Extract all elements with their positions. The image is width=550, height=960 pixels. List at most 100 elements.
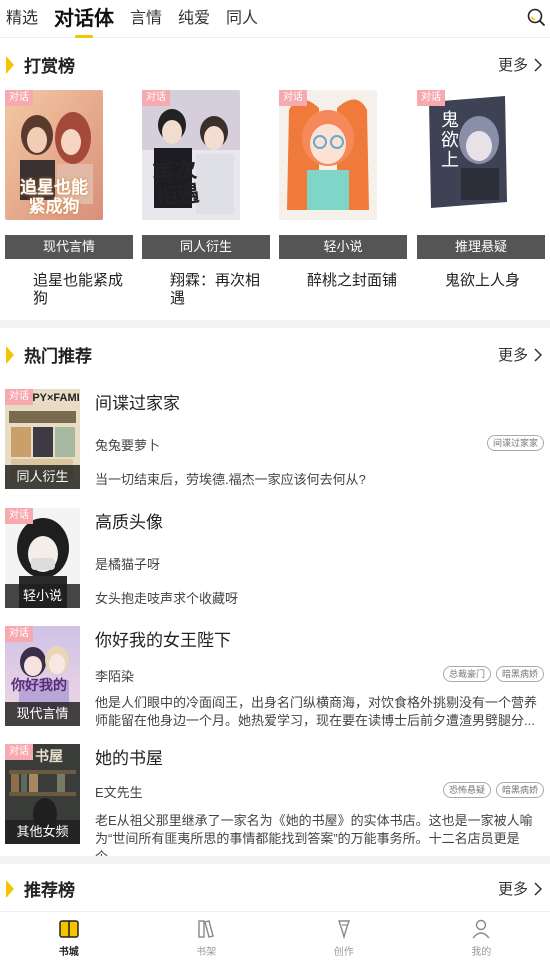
search-icon[interactable] [526, 7, 546, 27]
genre-label: 其他女频 [5, 820, 80, 844]
tab-romance[interactable]: 言情 [130, 3, 162, 35]
more-label: 更多 [497, 57, 528, 74]
genre-label: 轻小说 [5, 584, 80, 608]
tag-chip[interactable]: 暗黑病娇 [495, 782, 544, 798]
book-cover: 再次 相遇 对话 [142, 90, 272, 222]
dialogue-badge: 对话 [5, 626, 33, 642]
list-item[interactable]: 你好我的 对话 现代言情 你好我的女王陛下 李陌染 总裁豪门 暗黑病娇 他是人们… [0, 626, 550, 744]
book-cover-image [417, 90, 515, 220]
book-cover: SPY×FAMILY 对话 同人衍生 [5, 389, 80, 489]
book-title: 间谍过家家 [95, 394, 180, 413]
hot-section-header: 热门推荐 更多 [0, 332, 550, 376]
bottom-navigation: 书城 书架 创作 我的 [0, 911, 550, 960]
tag-list: 总裁豪门 暗黑病娇 [442, 666, 544, 682]
book-author: 李陌染 [95, 669, 135, 684]
nav-label: 书城 [58, 947, 79, 958]
nav-label: 我的 [471, 947, 492, 958]
tab-dialogue[interactable]: 对话体 [54, 3, 115, 38]
book-author: E文先生 [95, 785, 143, 800]
more-button[interactable]: 更多 [498, 54, 542, 75]
section-marker-icon [6, 346, 14, 364]
book-cover: 书屋 对话 其他女频 [5, 744, 80, 844]
cover-title-art: 再次 相遇 [151, 156, 201, 211]
book-title: 追星也能紧成狗 [33, 272, 124, 307]
book-cover-image [279, 90, 377, 220]
section-marker-icon [6, 56, 14, 74]
section-divider [0, 856, 550, 864]
book-title: 翔霖：再次相遇 [170, 272, 261, 307]
list-item[interactable]: 对话 轻小说 高质头像 是橘猫子呀 女头抱走吱声求个收藏呀 [0, 508, 550, 626]
tag-chip[interactable]: 总裁豪门 [442, 666, 491, 682]
cover-title-art: 你好我的 [11, 677, 67, 693]
book-author: 兔兔要萝卜 [95, 438, 161, 453]
section-divider [0, 320, 550, 328]
tag-list: 间谍过家家 [486, 435, 544, 451]
dialogue-badge: 对话 [279, 90, 307, 106]
section-title: 打赏榜 [24, 57, 75, 76]
book-description: 当一切结束后，劳埃德.福杰一家应该何去何从? [95, 472, 366, 487]
chevron-right-icon [534, 347, 542, 362]
create-icon [337, 920, 350, 940]
nav-profile[interactable]: 我的 [413, 912, 550, 960]
genre-label: 轻小说 [279, 235, 407, 259]
more-label: 更多 [497, 881, 528, 898]
more-label: 更多 [497, 347, 528, 364]
book-author: 是橘猫子呀 [95, 557, 161, 572]
nav-label: 书架 [196, 947, 217, 958]
genre-label: 现代言情 [5, 702, 80, 726]
tab-fanfic[interactable]: 同人 [226, 3, 258, 35]
tag-chip[interactable]: 间谍过家家 [486, 435, 544, 451]
book-cover: 对话 [279, 90, 409, 222]
dialogue-badge: 对话 [142, 90, 170, 106]
dialogue-badge: 对话 [417, 90, 445, 106]
section-title: 热门推荐 [24, 347, 92, 366]
nav-book-city[interactable]: 书城 [0, 912, 138, 960]
chevron-right-icon [534, 881, 542, 896]
genre-label: 推理悬疑 [417, 235, 545, 259]
section-title: 推荐榜 [24, 881, 75, 900]
tab-dialogue-label: 对话体 [54, 8, 115, 30]
list-item[interactable]: SPY×FAMILY 对话 同人衍生 间谍过家家 兔兔要萝卜 间谍过家家 当一切… [0, 389, 550, 507]
book-cover: 你好我的 对话 现代言情 [5, 626, 80, 726]
tab-selected[interactable]: 精选 [6, 3, 38, 35]
more-button[interactable]: 更多 [498, 878, 542, 899]
book-cover: 鬼欲上 对话 [417, 90, 547, 222]
book-title: 鬼欲上人身 [445, 272, 521, 289]
active-tab-indicator [75, 35, 94, 38]
top-tab-bar: 精选 对话体 言情 纯爱 同人 [0, 0, 550, 38]
tag-chip[interactable]: 恐怖悬疑 [442, 782, 491, 798]
book-title: 醉桃之封面铺 [307, 272, 398, 289]
nav-label: 创作 [333, 947, 354, 958]
genre-label: 现代言情 [5, 235, 133, 259]
book-cover: 追星也能 紧成狗 对话 [5, 90, 135, 222]
book-cover: 对话 轻小说 [5, 508, 80, 608]
more-button[interactable]: 更多 [498, 344, 542, 365]
recommend-section-header: 推荐榜 更多 [0, 866, 550, 910]
dialogue-badge: 对话 [5, 744, 33, 760]
book-title: 她的书屋 [95, 749, 163, 768]
genre-label: 同人衍生 [142, 235, 270, 259]
genre-label: 同人衍生 [5, 465, 80, 489]
category-tabs: 精选 对话体 言情 纯爱 同人 [6, 0, 274, 38]
cover-title-art: 鬼欲上 [441, 110, 459, 170]
cover-title-art: 书屋 [35, 748, 63, 764]
nav-bookshelf[interactable]: 书架 [138, 912, 276, 960]
bookshelf-icon [198, 920, 215, 938]
dialogue-badge: 对话 [5, 508, 33, 524]
book-description: 女头抱走吱声求个收藏呀 [95, 591, 239, 606]
section-marker-icon [6, 880, 14, 898]
tab-bl[interactable]: 纯爱 [178, 3, 210, 35]
dialogue-badge: 对话 [5, 90, 33, 106]
book-city-icon [59, 920, 79, 938]
cover-title-art: SPY×FAMILY [25, 392, 80, 404]
profile-icon [472, 919, 490, 939]
dialogue-badge: 对话 [5, 389, 33, 405]
book-title: 高质头像 [95, 513, 163, 532]
tag-chip[interactable]: 暗黑病娇 [495, 666, 544, 682]
chevron-right-icon [534, 57, 542, 72]
list-item[interactable]: 书屋 对话 其他女频 她的书屋 E文先生 恐怖悬疑 暗黑病娇 老E从祖父那里继承… [0, 744, 550, 864]
reward-section-header: 打赏榜 更多 [0, 42, 550, 86]
cover-title-art: 追星也能 紧成狗 [20, 178, 88, 216]
book-title: 你好我的女王陛下 [95, 631, 231, 650]
nav-create[interactable]: 创作 [275, 912, 413, 960]
